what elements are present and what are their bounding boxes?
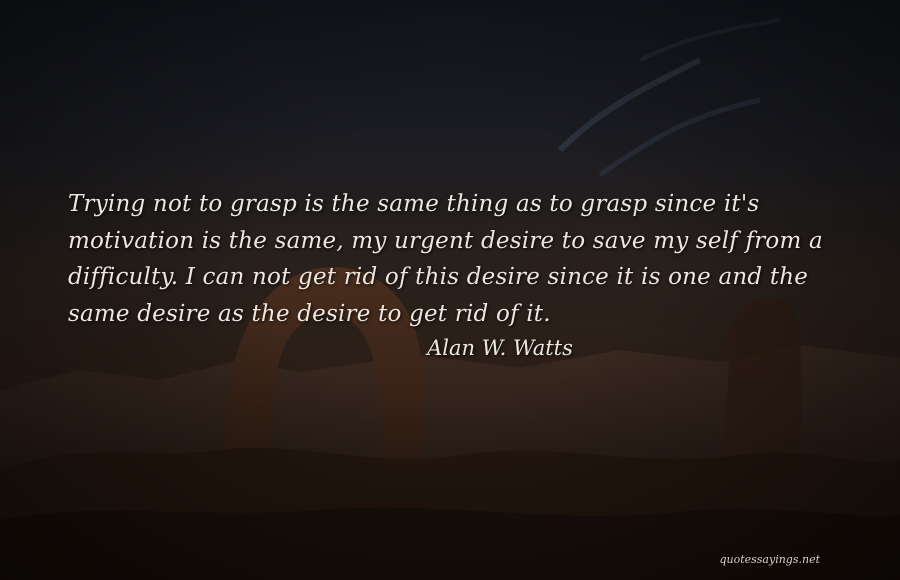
- quote-image: Trying not to grasp is the same thing as…: [0, 0, 900, 580]
- quote-text: Trying not to grasp is the same thing as…: [68, 191, 823, 327]
- site-watermark: quotessayings.net: [719, 553, 820, 566]
- quote-author: Alan W. Watts: [427, 336, 573, 360]
